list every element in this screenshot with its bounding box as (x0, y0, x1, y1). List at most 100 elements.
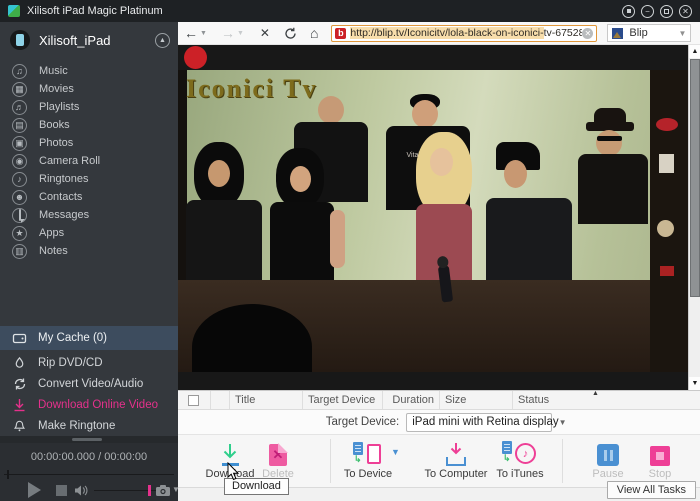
site-select-caret[interactable]: ▼ (678, 29, 686, 38)
select-all-checkbox[interactable] (188, 395, 199, 406)
scroll-up-icon[interactable]: ▲ (689, 45, 700, 58)
camera-icon: ◉ (12, 154, 27, 169)
view-all-tasks-button[interactable]: View All Tasks (607, 481, 696, 499)
refresh-button[interactable] (284, 27, 297, 40)
target-device-select[interactable]: iPad mini with Retina display ▼ (406, 413, 552, 432)
contact-icon: ☻ (12, 190, 27, 205)
to-itunes-button[interactable]: ↳ ♪ To iTunes (485, 439, 555, 480)
target-device-row: Target Device: iPad mini with Retina dis… (178, 410, 700, 435)
eject-icon[interactable]: ▲ (155, 33, 170, 48)
delete-button[interactable]: ✕ Delete (243, 439, 313, 480)
tray-button[interactable] (622, 5, 635, 18)
forward-history-caret[interactable]: ▼ (237, 30, 244, 37)
column-status[interactable]: Status (513, 391, 700, 409)
site-select[interactable]: Blip ▼ (607, 24, 691, 42)
sidebar-item-books[interactable]: ▤ Books (0, 116, 178, 134)
bell-icon (12, 419, 27, 433)
sidebar-item-contacts[interactable]: ☻ Contacts (0, 188, 178, 206)
back-history-caret[interactable]: ▼ (200, 30, 207, 37)
sort-asc-icon[interactable]: ▲ (592, 390, 599, 397)
blip-site-logo (612, 28, 623, 39)
clear-url-icon[interactable]: ✕ (582, 28, 593, 39)
column-title[interactable]: Title (230, 391, 303, 409)
sidebar-item-movies[interactable]: ▦ Movies (0, 80, 178, 98)
device-icon (10, 30, 30, 50)
notes-icon: ▥ (12, 244, 27, 259)
sidebar-item-make-ringtone[interactable]: Make Ringtone (0, 415, 178, 436)
forward-button[interactable]: → (221, 26, 235, 40)
page-scrollbar[interactable]: ▲ ▼ (688, 45, 700, 390)
download-icon (12, 398, 27, 412)
stop-icon (625, 439, 695, 466)
back-button[interactable]: ← (184, 26, 198, 40)
scroll-down-icon[interactable]: ▼ (689, 377, 700, 390)
sidebar-item-messages[interactable]: Messages (0, 206, 178, 224)
to-device-options-caret[interactable]: ▼ (391, 447, 400, 457)
poster-wall (650, 70, 688, 372)
sidebar: Xilisoft_iPad ▲ ♫ Music ▦ Movies ♬ Playl… (0, 22, 178, 501)
browser-toolbar: ← ▼ → ▼ ✕ ⌂ b http://blip.tv/Iconicitv/l… (178, 22, 700, 45)
url-text[interactable]: http://blip.tv/Iconicitv/lola-black-on-i… (350, 27, 582, 39)
mini-player: 00:00:00.000 / 00:00:00 ▼ (0, 443, 178, 501)
cache-drive-icon (12, 328, 27, 349)
browser-content: Vital Remains (178, 45, 700, 390)
photo-icon: ▣ (12, 136, 27, 151)
minimize-button[interactable]: − (641, 5, 654, 18)
play-button[interactable] (28, 482, 41, 498)
column-thumbnail[interactable] (211, 391, 230, 409)
seek-bar[interactable] (4, 474, 174, 475)
playback-time: 00:00:00.000 / 00:00:00 (0, 443, 178, 463)
ringtone-icon: ♪ (12, 172, 27, 187)
panel-divider[interactable] (0, 436, 178, 443)
to-itunes-icon: ↳ ♪ (485, 439, 555, 466)
sidebar-item-my-cache[interactable]: My Cache (0) (0, 326, 178, 350)
column-target-device[interactable]: Target Device (303, 391, 383, 409)
volume-handle[interactable] (148, 485, 151, 496)
maximize-button[interactable] (660, 5, 673, 18)
device-name: Xilisoft_iPad (39, 33, 111, 48)
movies-icon: ▦ (12, 82, 27, 97)
sidebar-item-camera-roll[interactable]: ◉ Camera Roll (0, 152, 178, 170)
music-icon: ♫ (12, 64, 27, 79)
sidebar-item-music[interactable]: ♫ Music (0, 62, 178, 80)
to-device-button[interactable]: ↳ To Device ▼ (333, 439, 403, 480)
task-table-header: Title Target Device Duration Size Status… (178, 390, 700, 410)
snapshot-camera-icon[interactable] (155, 484, 171, 497)
to-computer-button[interactable]: To Computer (421, 439, 491, 480)
scrollbar-thumb[interactable] (690, 59, 700, 297)
main-panel: ← ▼ → ▼ ✕ ⌂ b http://blip.tv/Iconicitv/l… (178, 22, 700, 501)
book-icon: ▤ (12, 118, 27, 133)
stop-loading-button[interactable]: ✕ (260, 26, 270, 40)
url-bar[interactable]: b http://blip.tv/Iconicitv/lola-black-on… (331, 25, 597, 42)
title-bar: Xilisoft iPad Magic Platinum − ✕ (0, 0, 700, 22)
flame-icon (12, 356, 27, 370)
to-computer-icon (421, 439, 491, 466)
video-frame: Vital Remains (178, 70, 688, 372)
column-size[interactable]: Size (440, 391, 513, 409)
delete-doc-icon: ✕ (243, 439, 313, 466)
message-icon (12, 208, 27, 223)
stop-playback-button[interactable] (56, 485, 67, 496)
mouse-cursor (227, 462, 240, 481)
page-logo-partial (184, 46, 207, 69)
sidebar-item-rip-dvd[interactable]: Rip DVD/CD (0, 352, 178, 373)
column-duration[interactable]: Duration (383, 391, 440, 409)
sidebar-item-convert[interactable]: Convert Video/Audio (0, 373, 178, 394)
sidebar-item-notes[interactable]: ▥ Notes (0, 242, 178, 260)
home-button[interactable]: ⌂ (310, 25, 318, 41)
target-device-label: Target Device: (326, 416, 400, 428)
close-button[interactable]: ✕ (679, 5, 692, 18)
sidebar-item-apps[interactable]: ★ Apps (0, 224, 178, 242)
select-all-cell (178, 391, 211, 409)
speaker-icon[interactable] (74, 484, 88, 497)
stop-button[interactable]: Stop (625, 439, 695, 480)
window-title: Xilisoft iPad Magic Platinum (27, 5, 163, 17)
app-icon (8, 5, 20, 17)
sidebar-item-playlists[interactable]: ♬ Playlists (0, 98, 178, 116)
convert-sync-icon (12, 377, 27, 391)
target-device-caret: ▼ (559, 418, 567, 427)
sidebar-item-photos[interactable]: ▣ Photos (0, 134, 178, 152)
sidebar-item-ringtones[interactable]: ♪ Ringtones (0, 170, 178, 188)
blip-favicon: b (335, 28, 346, 39)
sidebar-item-download-online-video[interactable]: Download Online Video (0, 394, 178, 415)
